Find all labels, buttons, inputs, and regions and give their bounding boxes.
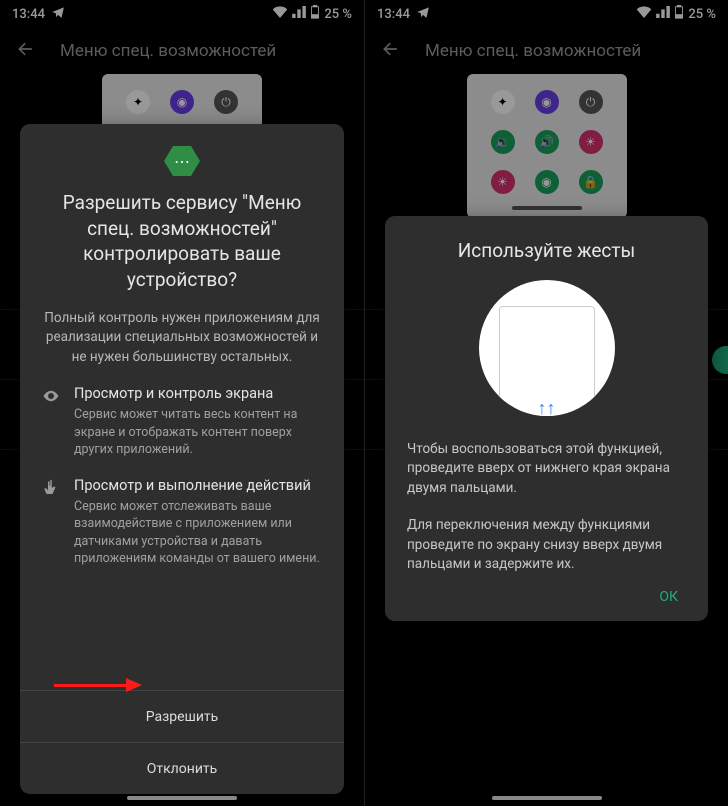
permission-view-screen: Просмотр и контроль экрана Сервис может …	[42, 385, 322, 459]
gesture-body-2: Для переключения между функциями проведи…	[407, 516, 686, 575]
allow-button[interactable]: Разрешить	[20, 690, 344, 742]
nav-handle[interactable]	[492, 796, 602, 800]
eye-icon	[42, 387, 62, 459]
hand-icon	[42, 479, 62, 568]
perm-action-title: Просмотр и выполнение действий	[74, 477, 322, 494]
permission-dialog: ⋯ Разрешить сервису "Меню спец. возможно…	[20, 124, 344, 794]
gesture-illustration: ↑↑	[479, 280, 615, 416]
swipe-up-arrows-icon: ↑↑	[538, 398, 556, 416]
gesture-title: Используйте жесты	[407, 238, 686, 264]
perm-view-desc: Сервис может читать весь контент на экра…	[74, 406, 322, 459]
perm-action-desc: Сервис может отслеживать ваше взаимодейс…	[74, 498, 322, 568]
gesture-body-1: Чтобы воспользоваться этой функцией, про…	[407, 440, 686, 499]
gesture-dialog: Используйте жесты ↑↑ Чтобы воспользовать…	[385, 216, 708, 621]
dialog-body: Полный контроль нужен приложениям для ре…	[42, 309, 322, 368]
permission-perform-actions: Просмотр и выполнение действий Сервис мо…	[42, 477, 322, 568]
ok-button[interactable]: ОК	[407, 575, 686, 613]
dialog-title: Разрешить сервису "Меню спец. возможност…	[42, 190, 322, 293]
perm-view-title: Просмотр и контроль экрана	[74, 385, 322, 402]
nav-handle[interactable]	[127, 796, 237, 800]
dialog-badge-icon: ⋯	[164, 146, 200, 176]
deny-button[interactable]: Отклонить	[20, 742, 344, 794]
annotation-arrow	[54, 678, 142, 692]
